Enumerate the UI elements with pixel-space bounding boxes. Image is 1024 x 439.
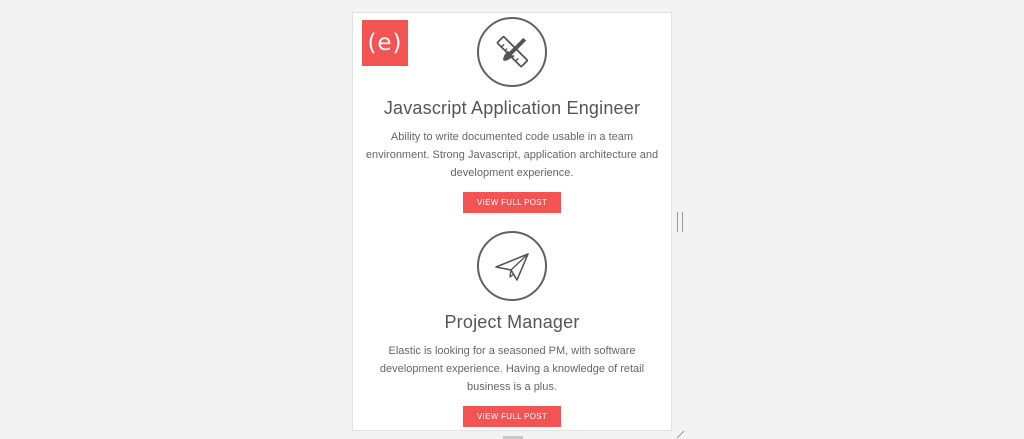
view-full-post-button[interactable]: VIEW FULL POST <box>463 406 561 427</box>
paper-plane-icon <box>477 231 547 301</box>
resize-handle[interactable] <box>677 212 683 232</box>
view-full-post-button[interactable]: VIEW FULL POST <box>463 192 561 213</box>
job-listing: Project Manager Elastic is looking for a… <box>353 231 671 427</box>
page-canvas: (e) Javascript Application Engineer Abil… <box>0 0 1024 439</box>
job-description: Elastic is looking for a seasoned PM, wi… <box>379 345 645 393</box>
job-description: Ability to write documented code usable … <box>365 131 659 179</box>
resize-grip-icon[interactable] <box>676 430 685 439</box>
job-title: Project Manager <box>444 312 580 332</box>
jobs-card: (e) Javascript Application Engineer Abil… <box>352 12 672 431</box>
job-title: Javascript Application Engineer <box>383 98 641 118</box>
job-listing: Javascript Application Engineer Ability … <box>353 17 671 213</box>
design-tools-icon <box>477 17 547 87</box>
